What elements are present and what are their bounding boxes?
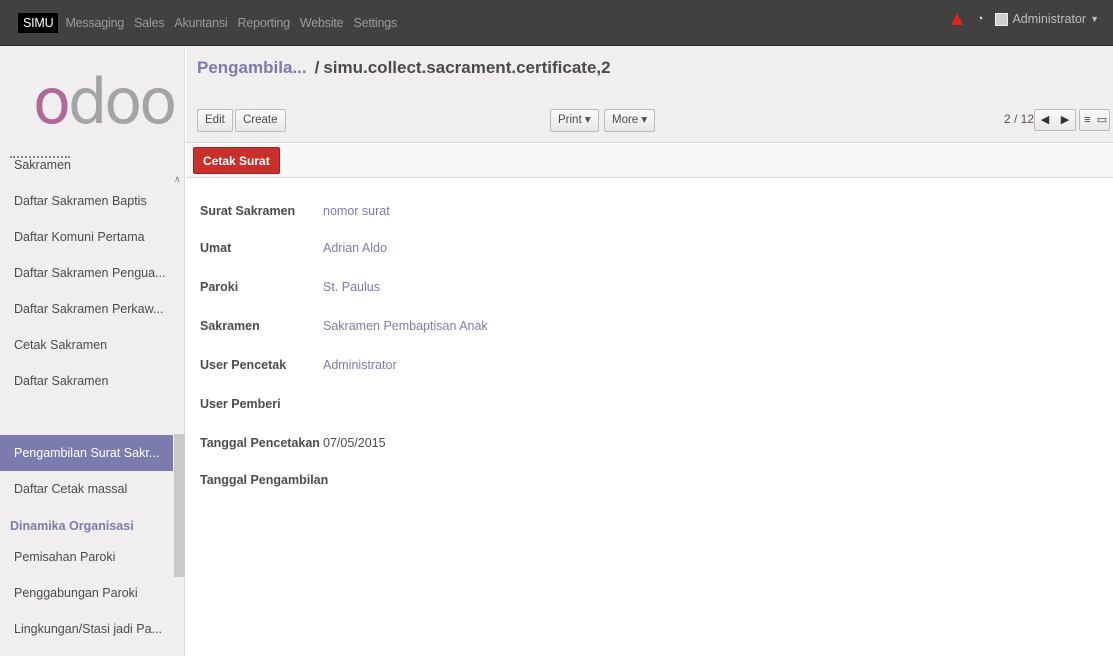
field-label: Sakramen bbox=[200, 319, 260, 333]
field-value[interactable]: Sakramen Pembaptisan Anak bbox=[323, 319, 488, 333]
previous-arrow-icon[interactable]: ◀ bbox=[1035, 110, 1055, 130]
sidebar-item-daftar-cetak-massal[interactable]: Daftar Cetak massal bbox=[0, 471, 173, 507]
form-sheet: Surat Sakramen nomor surat Umat Adrian A… bbox=[186, 179, 1113, 656]
sidebar-item-daftar-sakramen-baptis[interactable]: Daftar Sakramen Baptis bbox=[0, 183, 173, 219]
sidebar-item-cetak-sakramen[interactable]: Cetak Sakramen bbox=[0, 327, 173, 363]
field-label: Paroki bbox=[200, 280, 239, 294]
field-label: Umat bbox=[200, 241, 232, 255]
warning-icon[interactable] bbox=[950, 13, 963, 25]
field-label: Tanggal Pencetakan bbox=[200, 436, 320, 450]
menu-settings[interactable]: Settings bbox=[353, 16, 397, 30]
pager-counter[interactable]: 2 / 12 bbox=[1004, 112, 1034, 126]
more-dropdown[interactable]: More ▾ bbox=[604, 109, 656, 132]
menu-simu[interactable]: SIMU bbox=[18, 13, 59, 33]
sidebar-item-sakramen[interactable]: Sakramen bbox=[0, 147, 173, 183]
chevron-down-icon[interactable]: ▼ bbox=[1090, 14, 1099, 24]
field-value: 07/05/2015 bbox=[323, 436, 386, 450]
view-switcher: ≡ ▭ bbox=[1079, 109, 1110, 131]
sidebar-section-dinamika: Dinamika Organisasi bbox=[10, 519, 134, 533]
sidebar-item-daftar-sakramen-penguatan[interactable]: Daftar Sakramen Pengua... bbox=[0, 255, 173, 291]
user-area: ◔ Administrator ▼ bbox=[950, 12, 1099, 26]
sidebar-item-penggabungan-paroki[interactable]: Penggabungan Paroki bbox=[0, 575, 173, 611]
menu-reporting[interactable]: Reporting bbox=[238, 16, 291, 30]
breadcrumb: Pengambila... / simu.collect.sacrament.cer… bbox=[197, 58, 611, 78]
field-value[interactable]: Adrian Aldo bbox=[323, 241, 387, 255]
next-arrow-icon[interactable]: ▶ bbox=[1055, 110, 1075, 130]
sidebar-item-daftar-sakramen[interactable]: Daftar Sakramen bbox=[0, 363, 173, 399]
print-dropdown[interactable]: Print ▾ bbox=[550, 109, 599, 132]
menu-website[interactable]: Website bbox=[300, 16, 344, 30]
menu-akuntansi[interactable]: Akuntansi bbox=[174, 16, 227, 30]
field-label: Tanggal Pengambilan bbox=[200, 473, 329, 487]
field-value[interactable]: Administrator bbox=[323, 358, 397, 372]
sidebar-item-pengambilan-surat[interactable]: Pengambilan Surat Sakr... bbox=[0, 435, 173, 471]
form-statusbar: Cetak Surat bbox=[186, 144, 1113, 178]
chat-icon[interactable]: ◔ bbox=[977, 13, 984, 25]
scroll-up-icon[interactable]: ∧ bbox=[174, 174, 181, 185]
sidebar-item-daftar-komuni-pertama[interactable]: Daftar Komuni Pertama bbox=[0, 219, 173, 255]
breadcrumb-separator: / bbox=[314, 58, 320, 77]
cetak-surat-button[interactable]: Cetak Surat bbox=[193, 147, 280, 174]
form-view-icon[interactable]: ▭ bbox=[1095, 110, 1109, 130]
main-menu: SIMU Messaging Sales Akuntansi Reporting… bbox=[18, 13, 407, 33]
sidebar-item-pemisahan-paroki[interactable]: Pemisahan Paroki bbox=[0, 539, 173, 575]
odoo-logo[interactable]: odoo bbox=[33, 71, 177, 133]
create-button[interactable]: Create bbox=[235, 109, 286, 132]
field-value[interactable]: St. Paulus bbox=[323, 280, 380, 294]
breadcrumb-link[interactable]: Pengambila... bbox=[197, 58, 307, 77]
top-navbar: SIMU Messaging Sales Akuntansi Reporting… bbox=[0, 0, 1113, 46]
user-menu[interactable]: Administrator bbox=[1012, 12, 1086, 26]
list-view-icon[interactable]: ≡ bbox=[1080, 110, 1095, 130]
menu-messaging[interactable]: Messaging bbox=[65, 16, 124, 30]
sidebar: odoo ∧ Sakramen Daftar Sakramen Baptis D… bbox=[0, 46, 185, 656]
breadcrumb-current: simu.collect.sacrament.certificate,2 bbox=[323, 58, 611, 77]
edit-button[interactable]: Edit bbox=[197, 109, 233, 132]
field-label: User Pemberi bbox=[200, 397, 281, 411]
pager-nav: ◀ ▶ bbox=[1034, 109, 1076, 131]
field-value[interactable]: nomor surat bbox=[323, 204, 390, 218]
sidebar-item-daftar-sakramen-perkawinan[interactable]: Daftar Sakramen Perkaw... bbox=[0, 291, 173, 327]
avatar[interactable] bbox=[995, 12, 1009, 26]
sidebar-item-lingkungan-stasi[interactable]: Lingkungan/Stasi jadi Pa... bbox=[0, 611, 173, 647]
menu-sales[interactable]: Sales bbox=[134, 16, 164, 30]
field-label: User Pencetak bbox=[200, 358, 287, 372]
control-panel: Pengambila... / simu.collect.sacrament.cer… bbox=[186, 46, 1113, 143]
sidebar-scrollbar[interactable] bbox=[174, 434, 185, 577]
field-label: Surat Sakramen bbox=[200, 204, 296, 218]
